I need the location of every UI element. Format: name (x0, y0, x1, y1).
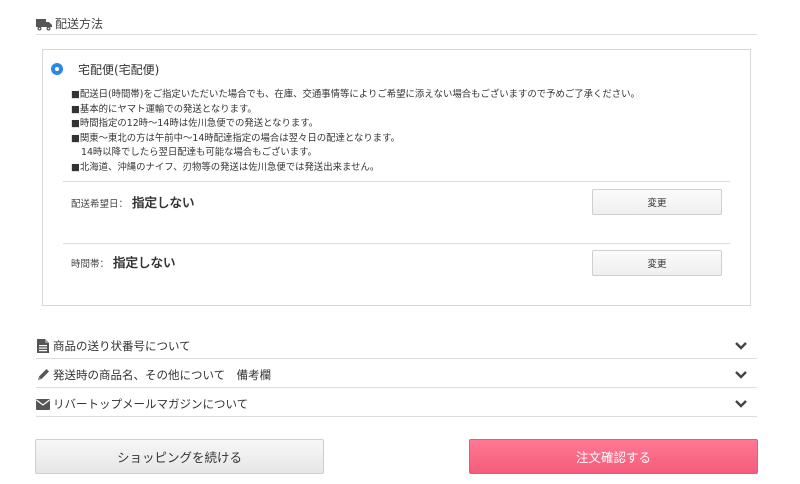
accordion-label: 商品の送り状番号について (53, 339, 191, 353)
note-line: ■北海道、沖縄のナイフ、刃物等の発送は佐川急便では発送出来ません。 (71, 161, 380, 173)
change-time-slot-button[interactable]: 変更 (592, 250, 722, 276)
confirm-order-button[interactable]: 注文確認する (469, 439, 758, 474)
shipping-option-label: 宅配便(宅配便) (78, 62, 160, 77)
continue-shopping-button[interactable]: ショッピングを続ける (35, 439, 324, 474)
change-delivery-date-button[interactable]: 変更 (592, 189, 722, 215)
delivery-date-label: 配送希望日： (71, 199, 129, 210)
note-line: ■関東～東北の方は午前中～14時配達指定の場合は翌々日の配達となります。 (71, 132, 400, 144)
time-slot-value: 指定しない (113, 255, 176, 270)
chevron-down-icon[interactable] (735, 370, 747, 380)
time-slot-label-group: 時間帯： 指定しない (71, 252, 176, 271)
accordion-label: リバートップメールマガジンについて (53, 397, 249, 411)
note-line: 14時以降でしたら翌日配達も可能な場合もございます。 (81, 147, 317, 159)
shipping-option-takuhaibin[interactable]: 宅配便(宅配便) (51, 59, 159, 79)
note-line: ■時間指定の12時～14時は佐川急便での発送となります。 (71, 118, 319, 130)
shipping-radio[interactable] (51, 63, 63, 75)
chevron-down-icon[interactable] (735, 341, 747, 351)
note-line: ■基本的にヤマト運輸での発送となります。 (71, 103, 257, 115)
shipping-method-panel: 宅配便(宅配便) ■配送日(時間帯)をご指定いただいた場合でも、在庫、交通事情等… (42, 49, 751, 306)
chevron-down-icon[interactable] (735, 399, 747, 409)
accordion-label: 発送時の商品名、その他について 備考欄 (53, 368, 272, 382)
shipping-method-header: 配送方法 (36, 15, 757, 35)
envelope-icon (36, 397, 50, 411)
delivery-date-label-group: 配送希望日： 指定しない (71, 192, 195, 211)
note-line: ■配送日(時間帯)をご指定いただいた場合でも、在庫、交通事情等によりご希望に添え… (71, 89, 640, 100)
time-slot-row: 時間帯： 指定しない 変更 (63, 243, 730, 303)
document-icon (36, 339, 50, 353)
truck-icon (36, 19, 52, 31)
accordion-tracking-number[interactable]: 商品の送り状番号について (36, 334, 757, 359)
shipping-notes: ■配送日(時間帯)をご指定いただいた場合でも、在庫、交通事情等によりご希望に添え… (71, 88, 741, 176)
pencil-icon (36, 368, 50, 382)
time-slot-label: 時間帯： (71, 259, 110, 270)
delivery-date-value: 指定しない (132, 195, 195, 210)
accordion-remarks[interactable]: 発送時の商品名、その他について 備考欄 (36, 363, 757, 388)
accordion-newsletter[interactable]: リバートップメールマガジンについて (36, 392, 757, 417)
delivery-date-row: 配送希望日： 指定しない 変更 (63, 181, 730, 243)
section-title: 配送方法 (55, 17, 104, 31)
